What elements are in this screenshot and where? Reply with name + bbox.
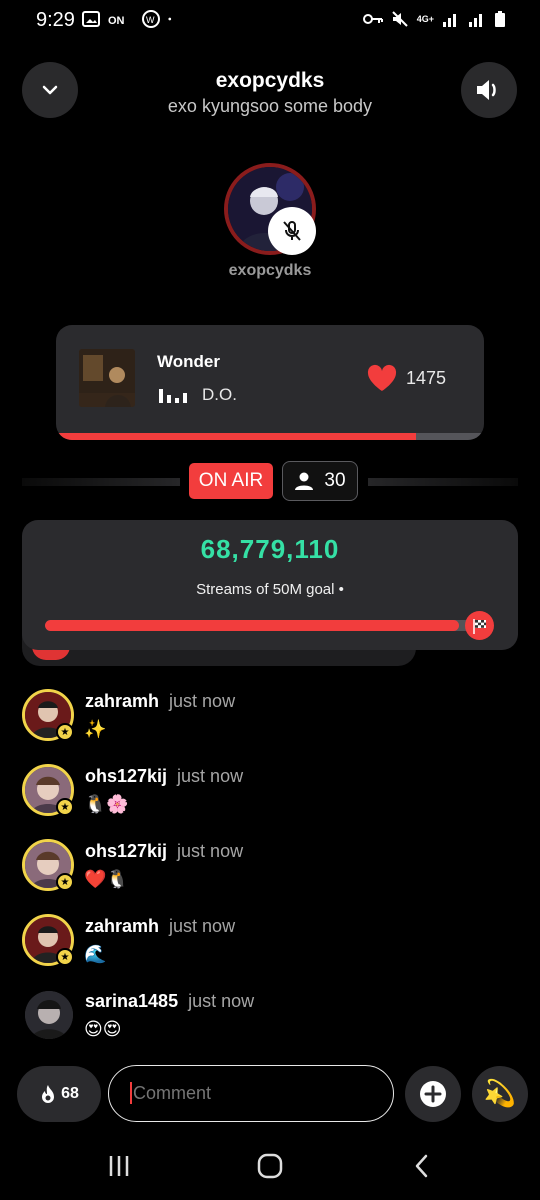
svg-text:ON: ON [108,15,125,27]
comment-username[interactable]: zahramh just now [85,916,235,937]
fire-reaction-button[interactable]: 68 [17,1066,101,1122]
comment-item: ★ ohs127kij just now ❤️🐧 [22,839,502,899]
goal-label: Streams of 50M goal • [196,581,344,598]
home-icon [257,1153,283,1179]
equalizer-icon [159,389,187,403]
dizzy-icon: 💫 [483,1079,517,1109]
speaker-icon [477,80,496,100]
commenter-avatar[interactable] [25,991,73,1039]
status-left-icons: ON W [82,10,176,28]
now-playing-card[interactable]: Wonder D.O. 1475 [56,325,484,440]
text-cursor [130,1082,132,1104]
comment-text: ✨ [84,719,107,740]
recent-apps-button[interactable] [99,1150,139,1182]
comment-text: 🐧🌸 [84,794,129,815]
app-notification-icon: W [142,10,160,28]
divider-right [368,478,518,486]
song-artist: D.O. [202,385,237,404]
star-badge-icon: ★ [56,798,74,816]
home-button[interactable] [250,1150,290,1182]
flame-icon [42,1085,55,1103]
star-badge-icon: ★ [56,723,74,741]
comment-time: just now [169,916,236,936]
album-art [79,349,135,407]
status-bar: 9:29 ON W 4G+ [0,0,540,40]
comment-time: just now [177,766,244,786]
comment-item: ★ zahramh just now ✨ [22,689,502,749]
host-muted-indicator [268,207,316,255]
back-icon [415,1154,428,1178]
on-icon: ON [108,15,125,27]
divider-left [22,478,180,486]
special-reaction-button[interactable]: 💫 [472,1066,528,1122]
fire-count: 68 [61,1085,79,1102]
on-air-badge: ON AIR [189,463,273,499]
comment-username[interactable]: zahramh just now [85,691,235,712]
goal-progress-fill [45,620,459,631]
comment-item: ★ ohs127kij just now 🐧🌸 [22,764,502,824]
star-badge-icon: ★ [56,948,74,966]
like-count: 1475 [406,368,447,388]
song-title: Wonder [157,352,220,371]
goal-flag-badge [465,611,494,640]
star-badge-icon: ★ [56,873,74,891]
comment-username[interactable]: ohs127kij just now [85,766,243,787]
plus-icon [420,1081,446,1107]
stream-goal-card[interactable]: 68,779,110 Streams of 50M goal • [22,520,518,650]
signal-icon-2 [469,14,482,27]
goal-stream-count: 68,779,110 [200,534,340,564]
listener-count: 30 [324,470,346,491]
comment-item: sarina1485 just now 😍😍 [22,989,502,1049]
back-button[interactable] [401,1150,441,1182]
gallery-icon [82,11,100,27]
comment-time: just now [177,841,244,861]
goal-progress-bar [45,620,485,631]
vpn-key-icon [362,14,383,24]
system-nav-bar [0,1132,540,1200]
network-type: 4G+ [416,14,434,24]
person-icon [295,472,314,490]
svg-text:W: W [146,15,155,25]
comment-username[interactable]: ohs127kij just now [85,841,243,862]
host-name: exopcydks [228,262,312,279]
sound-button[interactable] [461,62,517,118]
battery-icon [495,11,505,27]
comment-text: ❤️🐧 [84,869,129,890]
comment-time: just now [188,991,255,1011]
song-progress-fill [56,433,416,440]
comment-text: 😍😍 [84,1019,122,1040]
comment-item: ★ zahramh just now 🌊 [22,914,502,974]
mic-off-icon [283,221,301,241]
recent-apps-icon [109,1156,129,1176]
heart-icon[interactable] [366,364,398,392]
add-button[interactable] [405,1066,461,1122]
comment-text: 🌊 [84,944,107,965]
comment-username[interactable]: sarina1485 just now [85,991,254,1012]
checkered-flag-icon [472,618,486,634]
song-progress-bar [56,433,484,440]
comment-time: just now [169,691,236,711]
status-time: 9:29 [36,9,75,31]
dot-icon [168,17,172,21]
comment-input[interactable] [108,1065,394,1122]
room-subtitle: exo kyungsoo some body [167,96,373,116]
signal-icon [443,14,456,27]
status-right-icons: 4G+ [362,10,506,28]
mute-icon [392,11,408,27]
room-title: exopcydks [215,69,325,92]
listener-count-button[interactable]: 30 [282,461,358,501]
